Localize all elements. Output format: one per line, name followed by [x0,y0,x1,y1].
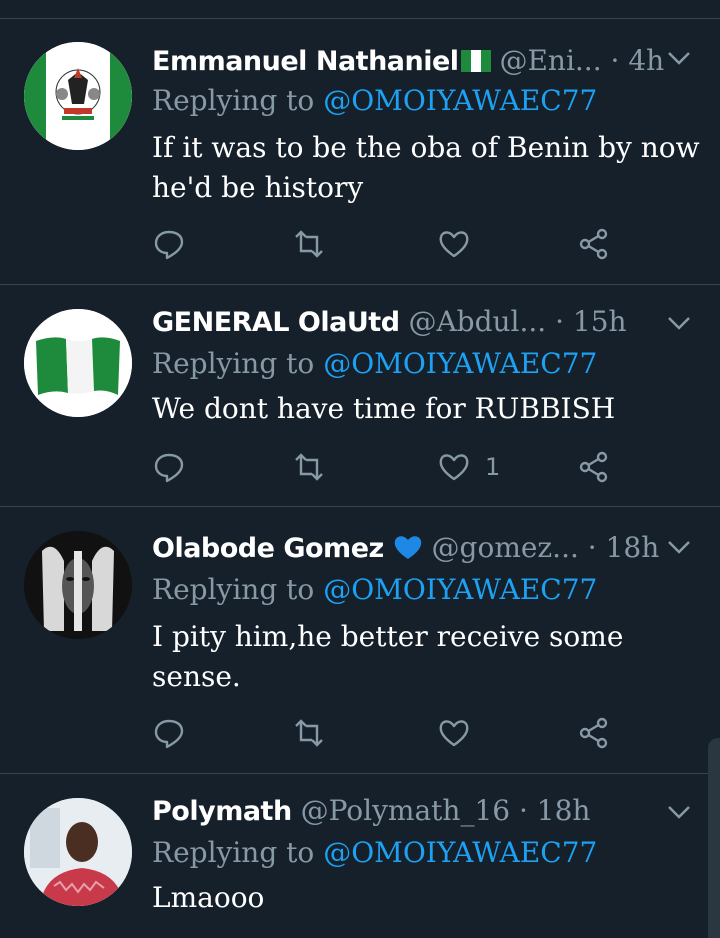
reply-mention-link[interactable]: @OMOIYAWAEC77 [323,84,597,117]
share-icon [579,228,608,260]
author-handle[interactable]: @Polymath_16 [301,794,511,827]
blue-heart-icon [394,536,421,559]
author-handle[interactable]: @gomez... [432,531,579,564]
reply-button[interactable] [152,713,186,753]
tweet-actions: 1 [152,447,622,487]
reply-mention-link[interactable]: @OMOIYAWAEC77 [323,836,597,869]
share-icon [579,717,608,749]
reply-icon [154,230,184,260]
replying-to: Replying to @OMOIYAWAEC77 [152,836,597,870]
reply-icon [154,719,184,749]
share-button[interactable] [577,224,611,264]
tweet-header: GENERAL OlaUtd @Abdul... · 15h [152,305,660,340]
tweet-text: If it was to be the oba of Benin by now … [152,131,700,204]
retweet-button[interactable] [292,713,326,753]
tweet-2[interactable]: GENERAL OlaUtd @Abdul... · 15h Replying … [0,285,720,507]
tweet-text: We dont have time for RUBBISH [152,392,616,425]
replying-label: Replying to [152,573,315,606]
chevron-down-icon[interactable] [666,313,692,333]
chevron-down-icon[interactable] [666,48,692,68]
replying-to: Replying to @OMOIYAWAEC77 [152,84,597,118]
like-button[interactable] [437,713,485,753]
tweet-3[interactable]: Olabode Gomez @gomez... · 18h Replying t… [0,507,720,774]
like-button[interactable] [437,224,485,264]
tweet-header: Emmanuel Nathaniel @Eni... · 4h [152,44,664,79]
tweet-text: I pity him,he better receive some sense. [152,620,624,693]
share-button[interactable] [577,447,611,487]
share-icon [579,451,608,483]
tweet-actions [152,713,622,753]
retweet-button[interactable] [292,447,326,487]
replying-to: Replying to @OMOIYAWAEC77 [152,347,597,381]
nigeria-flag-image [24,309,132,417]
reply-mention-link[interactable]: @OMOIYAWAEC77 [323,347,597,380]
share-button[interactable] [577,713,611,753]
chevron-down-icon[interactable] [666,537,692,557]
scrollbar[interactable] [708,738,720,938]
author-handle[interactable]: @Abdul... [408,305,546,338]
author-name[interactable]: Olabode Gomez [152,533,384,564]
coat-of-arms-image [24,42,132,150]
avatar[interactable] [24,531,132,639]
retweet-icon [295,230,323,258]
tweet-time[interactable]: · 18h [588,531,659,564]
retweet-button[interactable] [292,224,326,264]
retweet-icon [295,453,323,481]
replying-label: Replying to [152,836,315,869]
portrait-image [24,798,132,906]
replying-to: Replying to @OMOIYAWAEC77 [152,573,597,607]
tweet-4[interactable]: Polymath @Polymath_16 · 18h Replying to … [0,774,720,935]
author-name[interactable]: GENERAL OlaUtd [152,307,400,338]
retweet-icon [295,719,323,747]
replying-label: Replying to [152,84,315,117]
author-name[interactable]: Emmanuel Nathaniel [152,46,459,77]
tweet-header: Polymath @Polymath_16 · 18h [152,794,660,829]
tweet-text: Lmaooo [152,881,265,914]
avatar[interactable] [24,798,132,906]
tweet-time[interactable]: · 18h [519,794,590,827]
reply-mention-link[interactable]: @OMOIYAWAEC77 [323,573,597,606]
reply-button[interactable] [152,447,186,487]
nigeria-flag-icon [460,50,491,72]
heart-icon [439,231,469,258]
chevron-down-icon[interactable] [666,802,692,822]
tweet-header: Olabode Gomez @gomez... · 18h [152,531,660,566]
tweet-time[interactable]: · 4h [611,44,665,77]
reply-icon [154,453,184,483]
top-divider [0,0,720,19]
reply-button[interactable] [152,224,186,264]
like-button[interactable]: 1 [437,447,500,487]
avatar[interactable] [24,42,132,150]
portrait-image [24,531,132,639]
tweet-1[interactable]: Emmanuel Nathaniel @Eni... · 4h Replying… [0,18,720,285]
author-name[interactable]: Polymath [152,796,292,827]
heart-icon [439,454,469,481]
avatar[interactable] [24,309,132,417]
tweet-time[interactable]: · 15h [555,305,626,338]
replying-label: Replying to [152,347,315,380]
tweet-actions [152,224,622,264]
heart-icon [439,720,469,747]
like-count: 1 [485,453,501,481]
author-handle[interactable]: @Eni... [499,44,601,77]
